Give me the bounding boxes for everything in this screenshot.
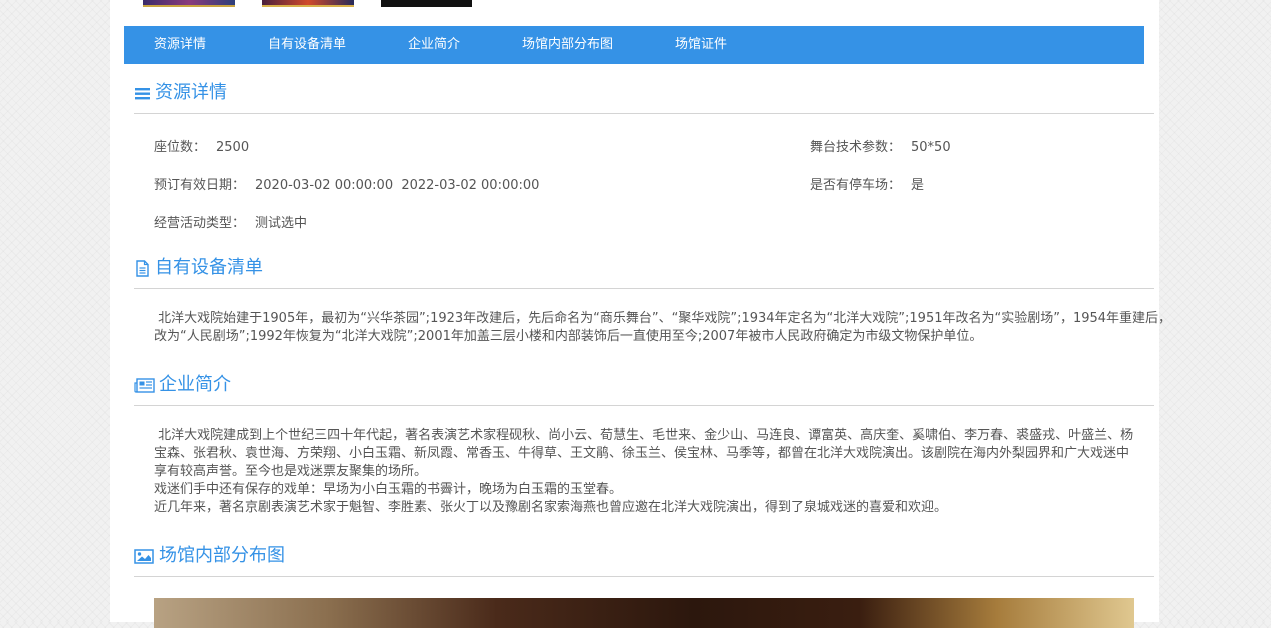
booking-value: 2020-03-02 00:00:00 2022-03-02 00:00:00 <box>255 178 540 193</box>
parking-label: 是否有停车场： <box>810 178 902 193</box>
activity-label: 经营活动类型： <box>154 216 246 231</box>
venue-layout-image <box>154 598 1134 628</box>
details-section-header: 资源详情 <box>134 80 1154 114</box>
company-title: 企业简介 <box>159 374 231 395</box>
stage-label: 舞台技术参数： <box>810 140 902 155</box>
stage-value: 50*50 <box>911 140 951 155</box>
equipment-description: 北洋大戏院始建于1905年，最初为“兴华茶园”;1923年改建后，先后命名为“商… <box>154 310 1172 346</box>
company-line: 享有较高声誉。至今也是戏迷票友聚集的场所。 <box>154 464 428 479</box>
tab-venue-certificates[interactable]: 场馆证件 <box>675 26 727 64</box>
tab-company-profile[interactable]: 企业简介 <box>408 26 460 64</box>
seats-label: 座位数： <box>154 140 207 155</box>
section-nav: 资源详情 自有设备清单 企业简介 场馆内部分布图 场馆证件 <box>124 26 1144 64</box>
company-line: 北洋大戏院建成到上个世纪三四十年代起，著名表演艺术家程砚秋、尚小云、荀慧生、毛世… <box>154 428 1134 443</box>
company-line: 戏迷们手中还有保存的戏单：早场为小白玉霜的书霽计，晚场为白玉霜的玉堂春。 <box>154 482 623 497</box>
activity-value: 测试选中 <box>255 216 308 231</box>
booking-row: 预订有效日期： 2020-03-02 00:00:00 2022-03-02 00… <box>154 174 539 193</box>
company-line: 近几年来，著名京剧表演艺术家于魁智、李胜素、张火丁以及豫剧名家索海燕也曾应邀在北… <box>154 500 948 515</box>
activity-row: 经营活动类型： 测试选中 <box>154 212 307 231</box>
image-icon <box>134 549 154 564</box>
details-title: 资源详情 <box>155 82 227 103</box>
seats-row: 座位数： 2500 <box>154 136 249 155</box>
company-section-header: 企业简介 <box>134 372 1154 406</box>
tab-resource-details[interactable]: 资源详情 <box>154 26 206 64</box>
venue-thumbnail-2[interactable] <box>262 0 354 7</box>
equipment-title: 自有设备清单 <box>155 257 263 278</box>
document-icon <box>136 260 149 277</box>
equipment-section-header: 自有设备清单 <box>134 255 1154 289</box>
company-description: 北洋大戏院建成到上个世纪三四十年代起，著名表演艺术家程砚秋、尚小云、荀慧生、毛世… <box>154 427 1139 517</box>
seats-value: 2500 <box>216 140 250 155</box>
tab-equipment-list[interactable]: 自有设备清单 <box>268 26 346 64</box>
booking-label: 预订有效日期： <box>154 178 246 193</box>
equipment-line: 改为“人民剧场”;1992年恢复为“北洋大戏院”;2001年加盖三层小楼和内部装… <box>154 329 983 344</box>
company-line: 宝森、张君秋、袁世海、方荣翔、小白玉霜、新凤霞、常香玉、牛得草、王文鹃、徐玉兰、… <box>154 446 1130 461</box>
layout-section-header: 场馆内部分布图 <box>134 543 1154 577</box>
stage-row: 舞台技术参数： 50*50 <box>810 136 951 155</box>
layout-title: 场馆内部分布图 <box>159 545 285 566</box>
parking-value: 是 <box>911 178 925 193</box>
parking-row: 是否有停车场： 是 <box>810 174 924 193</box>
main-panel: 资源详情 自有设备清单 企业简介 场馆内部分布图 场馆证件 资源详情 座位数： 2… <box>110 0 1172 628</box>
venue-thumbnail-3[interactable] <box>381 0 472 7</box>
newspaper-icon <box>134 378 155 393</box>
equipment-line: 北洋大戏院始建于1905年，最初为“兴华茶园”;1923年改建后，先后命名为“商… <box>154 311 1172 326</box>
venue-thumbnail-1[interactable] <box>143 0 235 7</box>
list-icon <box>135 88 150 100</box>
tab-venue-layout[interactable]: 场馆内部分布图 <box>522 26 613 64</box>
